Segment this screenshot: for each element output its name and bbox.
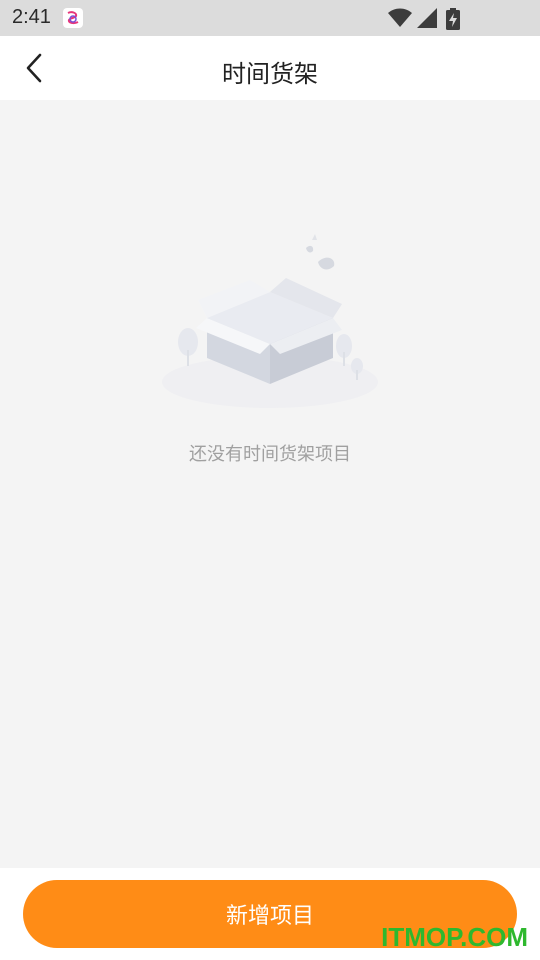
- wifi-icon: [388, 8, 412, 27]
- status-bar: 2:41: [0, 0, 540, 36]
- empty-state-message: 还没有时间货架项目: [189, 444, 351, 465]
- status-time: 2:41: [12, 6, 51, 28]
- watermark: ITMOP.COM: [381, 922, 528, 952]
- cell-signal-icon: [417, 8, 437, 28]
- app-header: 时间货架: [0, 36, 540, 100]
- page-title: 时间货架: [222, 60, 318, 88]
- app-notification-icon: [62, 7, 84, 29]
- battery-charging-icon: [446, 8, 460, 30]
- empty-box-icon: [150, 222, 390, 422]
